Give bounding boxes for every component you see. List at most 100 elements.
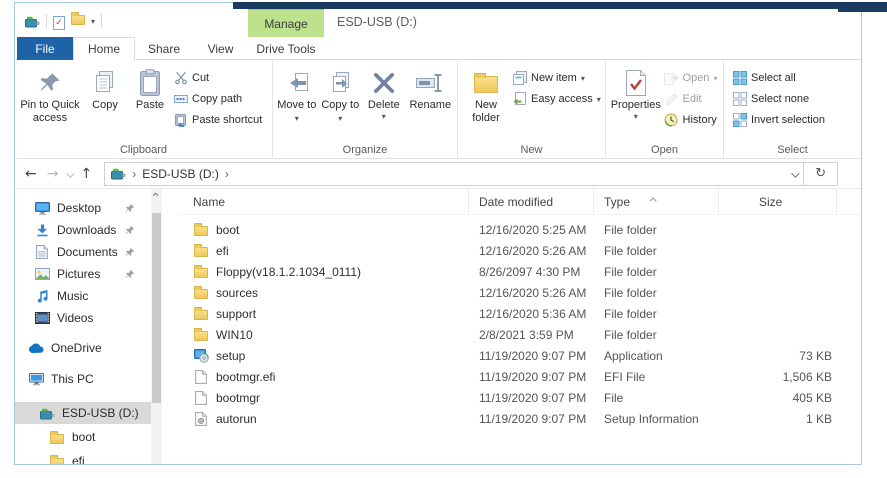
recent-locations-dropdown[interactable]: [66, 165, 76, 183]
edit-button[interactable]: Edit: [664, 90, 721, 108]
rename-button[interactable]: Rename: [406, 65, 455, 112]
file-row-bootmgr-efi[interactable]: bootmgr.efi 11/19/2020 9:07 PM EFI File 1,5…: [179, 366, 861, 387]
file-row-support[interactable]: support 12/16/2020 5:36 AM File folder: [179, 303, 861, 324]
open-button[interactable]: Open ▾: [664, 69, 721, 87]
file-size: 405 KB: [792, 390, 832, 405]
pin-small-icon: [125, 247, 135, 257]
column-headers: Name Date modified Type Size: [179, 189, 861, 215]
file-date-modified: 12/16/2020 5:25 AM: [479, 222, 587, 237]
usb-drive-icon: [111, 167, 126, 180]
customize-toolbar-dropdown[interactable]: ▾: [91, 17, 95, 26]
back-button[interactable]: ←: [25, 166, 37, 182]
sidebar-item-music[interactable]: Music: [15, 285, 151, 307]
file-row-boot[interactable]: boot 12/16/2020 5:25 AM File folder: [179, 219, 861, 240]
pin-to-quick-access-button[interactable]: Pin to Quick access: [17, 65, 83, 125]
select-none-button[interactable]: Select none: [732, 90, 856, 108]
clipboard-group-label: Clipboard: [119, 144, 168, 156]
file-date-modified: 2/8/2021 3:59 PM: [479, 327, 574, 342]
tab-home[interactable]: Home: [73, 37, 135, 60]
pictures-icon: [34, 268, 50, 280]
file-row-setup[interactable]: setup 11/19/2020 9:07 PM Application 73 KB: [179, 345, 861, 366]
sidebar-item-videos[interactable]: Videos: [15, 307, 151, 329]
file-name: boot: [216, 222, 240, 237]
file-name: efi: [216, 243, 229, 258]
new-item-button[interactable]: New item ▾: [512, 69, 602, 87]
copy-to-button[interactable]: Copy to ▾: [319, 65, 363, 125]
folder-icon: [193, 244, 209, 257]
column-header-name[interactable]: Name: [179, 189, 469, 214]
sidebar-item-label: Desktop: [57, 201, 102, 215]
file-row-autorun[interactable]: autorun 11/19/2020 9:07 PM Setup Informati…: [179, 408, 861, 429]
properties-quick-button[interactable]: ✓: [53, 12, 65, 30]
file-row-efi[interactable]: efi 12/16/2020 5:26 AM File folder: [179, 240, 861, 261]
sidebar-item-esd-usb-d-[interactable]: ESD-USB (D:): [15, 402, 151, 424]
breadcrumb-drive[interactable]: ESD-USB (D:): [142, 167, 219, 181]
videos-icon: [34, 312, 50, 324]
history-button[interactable]: History: [664, 111, 721, 129]
file-name: WIN10: [216, 327, 253, 342]
file-name: sources: [216, 285, 259, 300]
folder-icon: [193, 223, 209, 236]
file-row-sources[interactable]: sources 12/16/2020 5:26 AM File folder: [179, 282, 861, 303]
sidebar-item-desktop[interactable]: Desktop: [15, 197, 151, 219]
file-type: Setup Information: [604, 411, 699, 426]
breadcrumb-separator: ›: [224, 166, 229, 181]
sidebar-item-boot[interactable]: boot: [15, 426, 151, 448]
column-header-date-modified[interactable]: Date modified: [469, 189, 594, 214]
easy-access-button[interactable]: Easy access ▾: [512, 90, 602, 108]
downloads-icon: [34, 223, 50, 237]
sidebar-item-pictures[interactable]: Pictures: [15, 263, 151, 285]
main-area: Desktop Downloads Documents Pictures Music Vi…: [15, 189, 861, 464]
onedrive-icon: [28, 342, 44, 354]
scrollbar-up-arrow[interactable]: [151, 192, 162, 199]
file-date-modified: 12/16/2020 5:26 AM: [479, 285, 587, 300]
file-size: 1 KB: [805, 411, 832, 426]
forward-button[interactable]: →: [47, 166, 59, 182]
new-item-icon: [512, 71, 527, 85]
file-type: EFI File: [604, 369, 646, 384]
file-row-win10[interactable]: WIN10 2/8/2021 3:59 PM File folder: [179, 324, 861, 345]
properties-button[interactable]: Properties ▾: [608, 65, 664, 121]
paste-button[interactable]: Paste: [127, 65, 173, 112]
file-icon: [193, 369, 209, 384]
window-title: ESD-USB (D:): [337, 15, 417, 29]
tab-file[interactable]: File: [17, 37, 73, 60]
scrollbar-thumb[interactable]: [152, 213, 161, 403]
tab-share[interactable]: Share: [135, 37, 193, 60]
file-row-floppy-v18-1-2-1034-0111-[interactable]: Floppy(v18.1.2.1034_0111) 8/26/2097 4:30 …: [179, 261, 861, 282]
column-header-type[interactable]: Type: [594, 189, 719, 214]
sidebar-item-documents[interactable]: Documents: [15, 241, 151, 263]
copy-button[interactable]: Copy: [83, 65, 127, 112]
new-folder-button[interactable]: New folder: [460, 65, 512, 125]
sidebar-item-this-pc[interactable]: This PC: [15, 368, 151, 390]
file-row-bootmgr[interactable]: bootmgr 11/19/2020 9:07 PM File 405 KB: [179, 387, 861, 408]
file-type: File folder: [604, 222, 657, 237]
paste-shortcut-button[interactable]: Paste shortcut: [173, 111, 269, 129]
sidebar-item-label: Pictures: [57, 267, 101, 281]
sidebar-scrollbar[interactable]: [151, 189, 162, 464]
sidebar-item-onedrive[interactable]: OneDrive: [15, 337, 151, 359]
file-size: 73 KB: [799, 348, 832, 363]
sidebar-item-label: Music: [57, 289, 89, 303]
file-type: File folder: [604, 327, 657, 342]
up-button[interactable]: ↑: [80, 166, 92, 182]
copy-path-button[interactable]: Copy path: [173, 90, 269, 108]
pin-small-icon: [125, 269, 135, 279]
move-to-button[interactable]: Move to ▾: [275, 65, 319, 125]
history-clock-icon: [664, 113, 679, 127]
sidebar-item-downloads[interactable]: Downloads: [15, 219, 151, 241]
address-box[interactable]: › ESD-USB (D:) ›: [104, 161, 805, 186]
column-header-size[interactable]: Size: [719, 189, 837, 214]
cut-button[interactable]: Cut: [173, 69, 269, 87]
sidebar-item-efi[interactable]: efi: [15, 450, 151, 464]
new-folder-quick-button[interactable]: [71, 12, 85, 30]
address-dropdown[interactable]: [791, 167, 800, 181]
tab-view[interactable]: View: [193, 37, 248, 60]
sidebar-item-label: efi: [72, 454, 85, 464]
refresh-button[interactable]: ↻: [804, 161, 839, 186]
tab-drive-tools[interactable]: Drive Tools: [248, 37, 324, 60]
select-all-button[interactable]: Select all: [732, 69, 856, 87]
manage-contextual-header[interactable]: Manage: [248, 9, 324, 37]
delete-button[interactable]: Delete ▾: [362, 65, 406, 121]
invert-selection-button[interactable]: Invert selection: [732, 111, 856, 129]
